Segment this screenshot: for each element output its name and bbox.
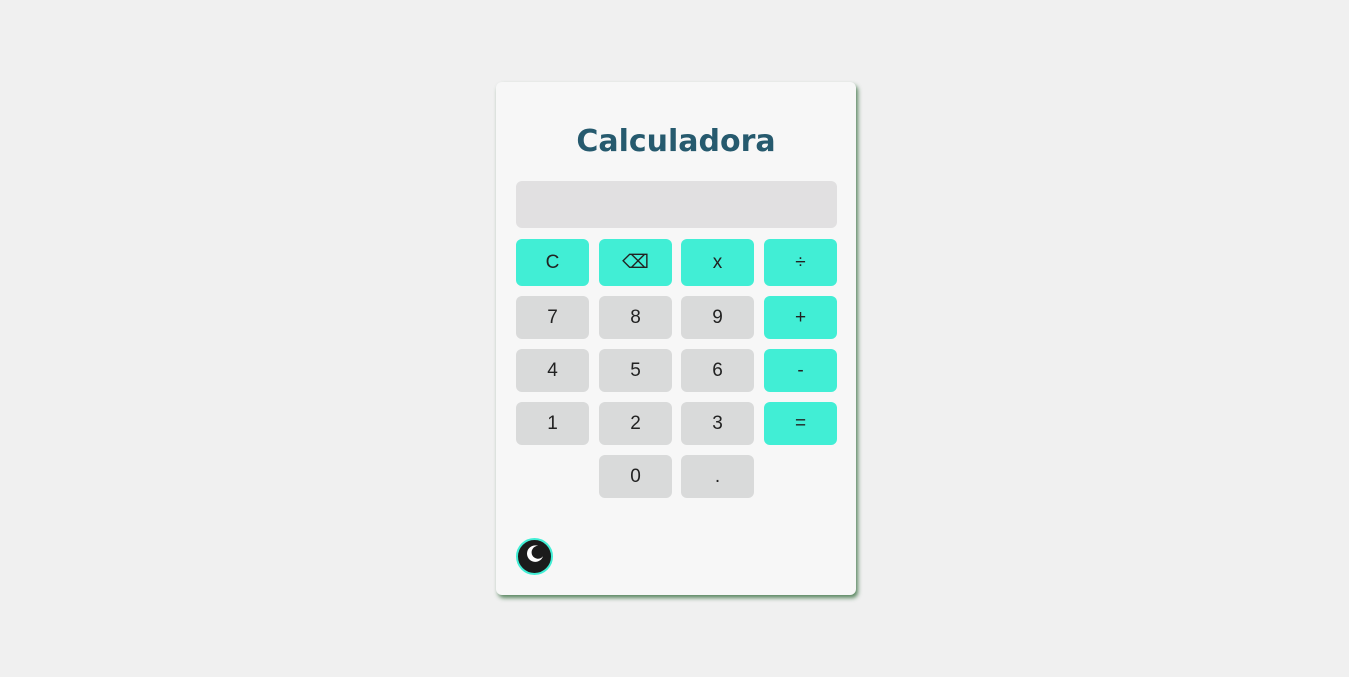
decimal-button[interactable]: . [681,455,754,498]
minus-button[interactable]: - [764,349,837,392]
plus-button[interactable]: + [764,296,837,339]
digit-3-button[interactable]: 3 [681,402,754,445]
equals-button[interactable]: = [764,402,837,445]
moon-icon [524,543,546,570]
calculator-display[interactable] [516,181,837,228]
clear-button[interactable]: C [516,239,589,286]
theme-toggle-button[interactable] [516,538,553,575]
backspace-button[interactable]: ⌫ [599,239,672,286]
divide-button[interactable]: ÷ [764,239,837,286]
digit-0-button[interactable]: 0 [599,455,672,498]
multiply-button[interactable]: x [681,239,754,286]
digit-6-button[interactable]: 6 [681,349,754,392]
page-title: Calculadora [576,124,776,159]
digit-4-button[interactable]: 4 [516,349,589,392]
digit-2-button[interactable]: 2 [599,402,672,445]
calculator-card: Calculadora C ⌫ x ÷ 7 8 9 + 4 5 6 - 1 2 … [496,82,856,595]
digit-7-button[interactable]: 7 [516,296,589,339]
digit-1-button[interactable]: 1 [516,402,589,445]
digit-9-button[interactable]: 9 [681,296,754,339]
digit-8-button[interactable]: 8 [599,296,672,339]
digit-5-button[interactable]: 5 [599,349,672,392]
